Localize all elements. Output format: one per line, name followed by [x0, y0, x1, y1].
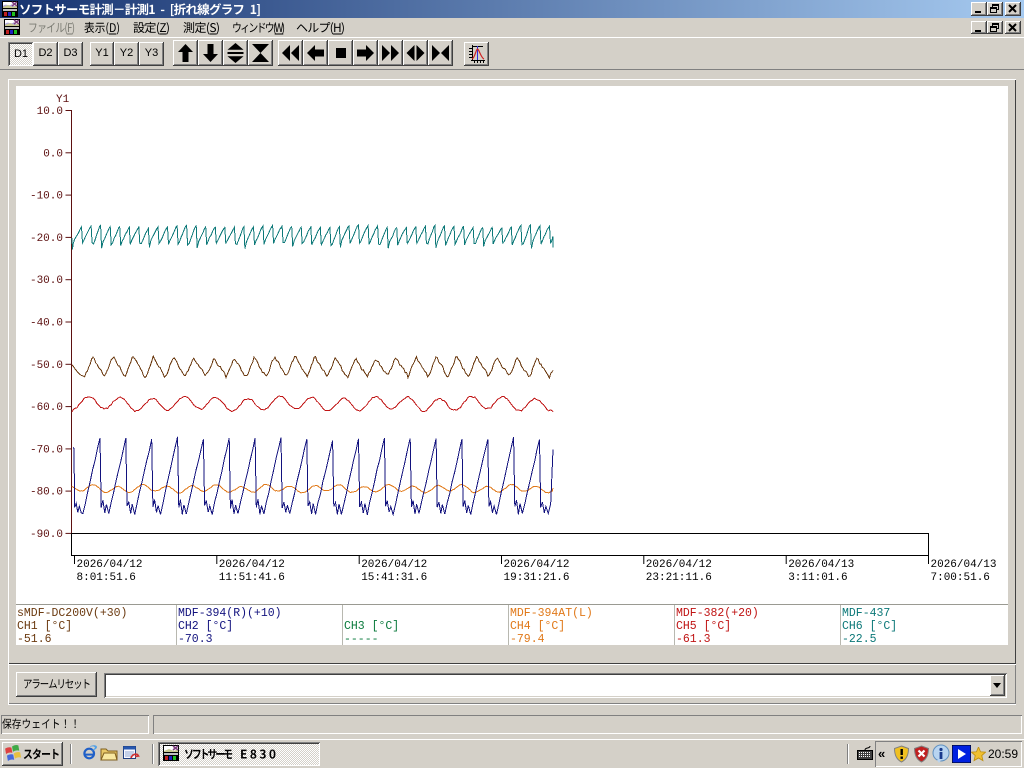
- svg-text:2026/04/12: 2026/04/12: [219, 559, 285, 571]
- svg-text:-50.0: -50.0: [30, 360, 63, 372]
- svg-text:2026/04/12: 2026/04/12: [361, 559, 427, 571]
- svg-text:-60.0: -60.0: [30, 402, 63, 414]
- svg-text:CH5 [°C]: CH5 [°C]: [676, 620, 731, 633]
- svg-text:-70.3: -70.3: [178, 633, 213, 646]
- svg-text:-30.0: -30.0: [30, 275, 63, 287]
- svg-text:3:11:01.6: 3:11:01.6: [788, 572, 847, 584]
- svg-text:-10.0: -10.0: [30, 191, 63, 203]
- svg-text:-40.0: -40.0: [30, 318, 63, 330]
- svg-text:sMDF-DC200V(+30): sMDF-DC200V(+30): [17, 607, 127, 620]
- svg-text:-79.4: -79.4: [510, 633, 545, 646]
- svg-text:7:00:51.6: 7:00:51.6: [931, 572, 990, 584]
- svg-text:MDF-394(R)(+10): MDF-394(R)(+10): [178, 607, 282, 620]
- svg-text:2026/04/12: 2026/04/12: [77, 559, 143, 571]
- svg-text:CH4 [°C]: CH4 [°C]: [510, 620, 565, 633]
- svg-text:-70.0: -70.0: [30, 444, 63, 456]
- svg-text:19:31:21.6: 19:31:21.6: [504, 572, 570, 584]
- svg-text:-20.0: -20.0: [30, 233, 63, 245]
- svg-text:23:21:11.6: 23:21:11.6: [646, 572, 712, 584]
- svg-text:2026/04/13: 2026/04/13: [931, 559, 997, 571]
- svg-text:11:51:41.6: 11:51:41.6: [219, 572, 285, 584]
- svg-text:CH3 [°C]: CH3 [°C]: [344, 620, 399, 633]
- svg-text:-----: -----: [344, 633, 379, 646]
- svg-text:CH6 [°C]: CH6 [°C]: [842, 620, 897, 633]
- svg-text:2026/04/12: 2026/04/12: [504, 559, 570, 571]
- svg-text:15:41:31.6: 15:41:31.6: [361, 572, 427, 584]
- svg-text:-51.6: -51.6: [17, 633, 52, 646]
- svg-text:MDF-382(+20): MDF-382(+20): [676, 607, 759, 620]
- svg-text:-80.0: -80.0: [30, 487, 63, 499]
- svg-text:2026/04/13: 2026/04/13: [788, 559, 854, 571]
- svg-text:CH1 [°C]: CH1 [°C]: [17, 620, 72, 633]
- svg-text:-22.5: -22.5: [842, 633, 877, 646]
- svg-text:10.0: 10.0: [37, 106, 63, 118]
- svg-text:Y1: Y1: [56, 94, 70, 106]
- svg-text:MDF-437: MDF-437: [842, 607, 890, 620]
- svg-text:0.0: 0.0: [43, 148, 63, 160]
- svg-text:2026/04/12: 2026/04/12: [646, 559, 712, 571]
- svg-text:-90.0: -90.0: [30, 529, 63, 541]
- svg-text:8:01:51.6: 8:01:51.6: [77, 572, 136, 584]
- svg-text:MDF-394AT(L): MDF-394AT(L): [510, 607, 593, 620]
- svg-text:CH2 [°C]: CH2 [°C]: [178, 620, 233, 633]
- svg-text:-61.3: -61.3: [676, 633, 711, 646]
